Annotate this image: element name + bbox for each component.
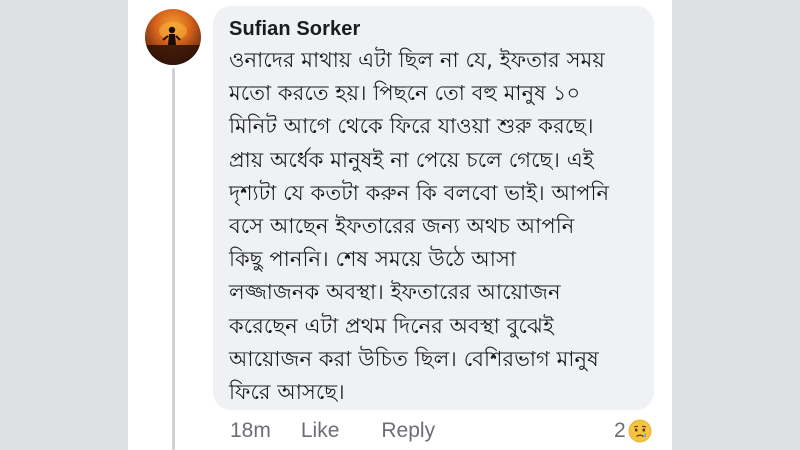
avatar[interactable] — [145, 9, 201, 65]
thread-line — [172, 68, 175, 450]
comment-line: মিনিট আগে থেকে ফিরে যাওয়া শুরু করছে। — [229, 114, 594, 139]
comment-line: কিছু পাননি। শেষ সময়ে উঠে আসা — [229, 247, 517, 272]
timestamp[interactable]: 18m — [230, 419, 271, 443]
comment-line: দৃশ্যটা যে কতটা করুন কি বলবো ভাই। আপনি — [229, 180, 610, 205]
comment-line: ফিরে আসছে। — [229, 380, 345, 405]
comment-line: আয়োজন করা উচিত ছিল। বেশিরভাগ মানুষ — [229, 346, 599, 371]
reaction-count: 2 — [614, 419, 626, 442]
comment-author[interactable]: Sufian Sorker — [229, 16, 640, 42]
comment-actions: 18m Like Reply — [230, 418, 435, 444]
comment-bubble: Sufian Sorker ওনাদের মাথায় এটা ছিল না য… — [213, 6, 654, 410]
comment-line: প্রায় অর্ধেক মানুষই না পেয়ে চলে গেছে। … — [229, 147, 594, 172]
comment-line: লজ্জাজনক অবস্থা। ইফতারের আয়োজন — [229, 280, 561, 305]
comment-line: ওনাদের মাথায় এটা ছিল না যে, ইফতার সময় — [229, 48, 605, 72]
reply-button[interactable]: Reply — [381, 419, 435, 443]
comment-line: বসে আছেন ইফতারের জন্য অথচ আপনি — [229, 214, 575, 239]
comment-line: মতো করতে হয়। পিছনে তো বহু মানুষ ১০ — [229, 81, 581, 106]
reaction-summary[interactable]: 2 — [614, 418, 652, 444]
comment-line: করেছেন এটা প্রথম দিনের অবস্থা বুঝেই — [229, 313, 554, 338]
sad-face-icon — [628, 419, 652, 443]
comment-text: ওনাদের মাথায় এটা ছিল না যে, ইফতার সময় … — [229, 44, 640, 409]
like-button[interactable]: Like — [301, 419, 340, 443]
